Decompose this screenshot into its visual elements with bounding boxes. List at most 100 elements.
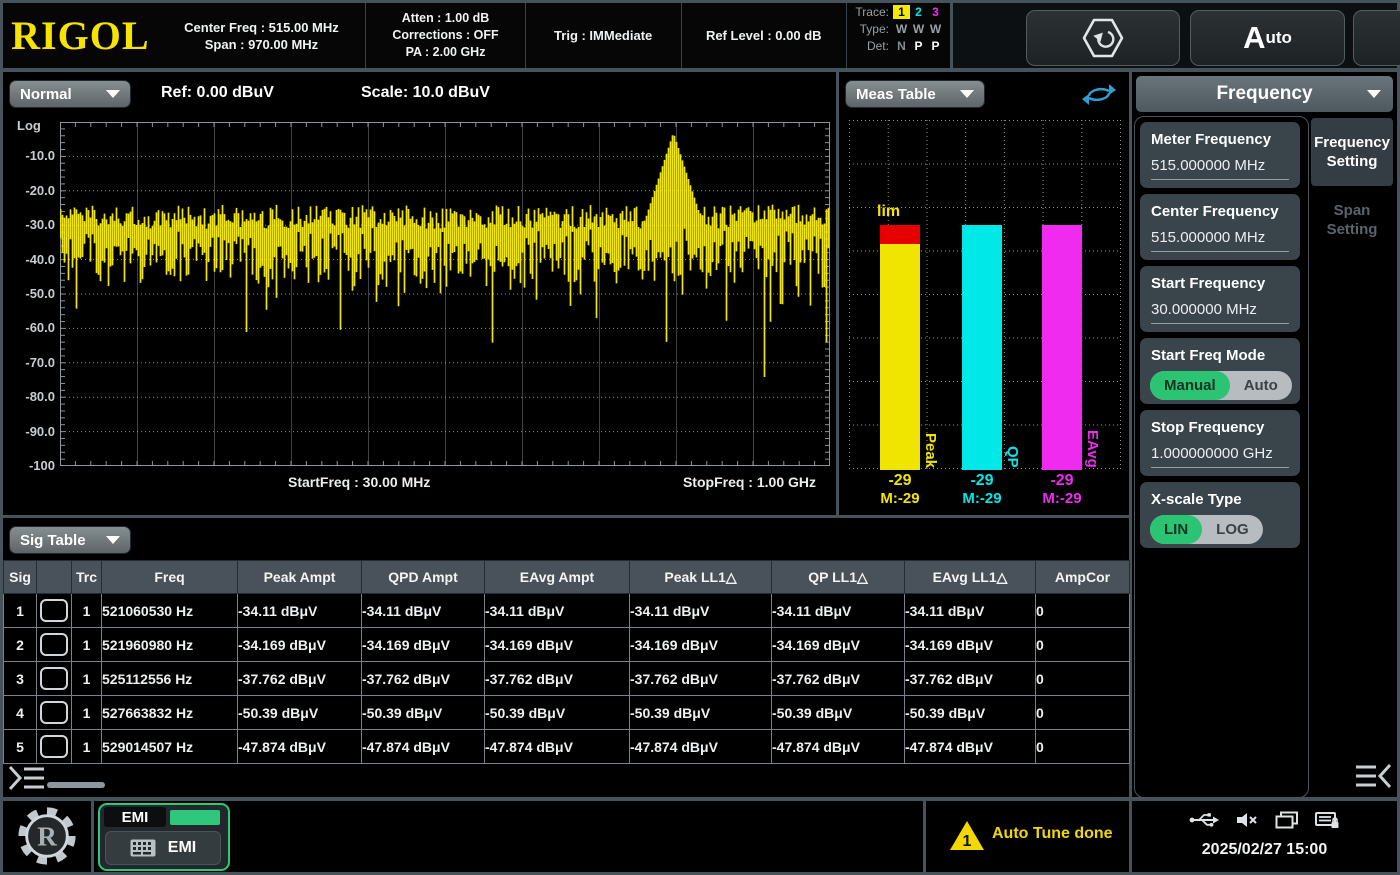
status-message: Auto Tune done — [992, 825, 1113, 843]
bar-name-label: QP — [1004, 446, 1021, 468]
menu-item-x-scale-type[interactable]: X-scale Type LINLOG — [1140, 482, 1300, 548]
analyzer-screen: RIGOL Center Freq : 515.00 MHzSpan : 970… — [0, 0, 1400, 875]
row-checkbox[interactable] — [40, 599, 68, 622]
menu-item-stop-frequency[interactable]: Stop Frequency1.000000000 GHz — [1140, 410, 1300, 476]
column-header[interactable] — [37, 561, 72, 594]
cell-sig: 3 — [4, 662, 37, 696]
row-checkbox[interactable] — [40, 667, 68, 690]
toggle-switch[interactable]: ManualAuto — [1150, 371, 1292, 400]
cell-peak: -34.169 dBμV — [238, 628, 362, 662]
auto-button-label: uto — [1265, 28, 1291, 48]
rigol-logo: RIGOL — [3, 3, 158, 68]
preset-button[interactable] — [1026, 10, 1180, 66]
clock-cell: 2025/02/27 15:00 — [1132, 801, 1397, 872]
cell-eavg_ll: -47.874 dBμV — [905, 730, 1036, 764]
toggle-option-log[interactable]: LOG — [1202, 515, 1263, 544]
info-line: Span : 970.00 MHz — [205, 36, 318, 53]
cell-ampcor: 0 — [1036, 696, 1130, 730]
status-message-cell[interactable]: 1 Auto Tune done — [926, 801, 1129, 872]
row-checkbox[interactable] — [40, 633, 68, 656]
cell-sig: 5 — [4, 730, 37, 764]
sig-table-panel: Sig Table SigTrcFreqPeak AmptQPD AmptEAv… — [3, 518, 1129, 797]
cell-peak: -47.874 dBμV — [238, 730, 362, 764]
bar-name-label: Peak — [922, 433, 939, 468]
column-header[interactable]: QP LL1△ — [772, 561, 905, 594]
row-checkbox[interactable] — [40, 701, 68, 724]
toggle-switch[interactable]: LINLOG — [1150, 515, 1263, 544]
menu-title-dropdown[interactable]: Frequency — [1136, 76, 1393, 112]
trace-row-value: P — [910, 39, 927, 53]
trace-row-value: P — [927, 39, 944, 53]
cell-freq: 525112556 Hz — [102, 662, 238, 696]
cell-ampcor: 0 — [1036, 662, 1130, 696]
refresh-icon[interactable] — [1081, 81, 1117, 107]
row-checkbox[interactable] — [40, 735, 68, 758]
toggle-option-manual[interactable]: Manual — [1150, 371, 1230, 400]
meas-panel: Meas Table lim Peak-29M:-29QP-29M:-29EAv… — [839, 72, 1129, 515]
toggle-option-auto[interactable]: Auto — [1230, 371, 1292, 400]
trace-row-value: N — [893, 39, 910, 53]
tab-frequency-setting[interactable]: Frequency Setting — [1311, 118, 1393, 186]
table-header-row: Sig TrcFreqPeak AmptQPD AmptEAvg AmptPeak… — [4, 561, 1130, 594]
trace-mode-dropdown[interactable]: Normal — [9, 80, 131, 108]
column-header[interactable]: Peak LL1△ — [630, 561, 772, 594]
spectrum-panel: Normal Ref: 0.00 dBuV Scale: 10.0 dBuV L… — [3, 72, 836, 515]
table-row[interactable]: 21521960980 Hz-34.169 dBμV-34.169 dBμV-3… — [4, 628, 1130, 662]
system-gear-icon[interactable]: R — [16, 805, 78, 867]
cell-peak_ll: -47.874 dBμV — [630, 730, 772, 764]
auto-button-label-big: A — [1243, 20, 1265, 56]
column-header[interactable]: EAvg Ampt — [485, 561, 630, 594]
svg-text:1: 1 — [963, 833, 972, 850]
column-header[interactable]: QPD Ampt — [362, 561, 485, 594]
trig-info: Trig : IMMediate — [525, 3, 681, 68]
table-row[interactable]: 11521060530 Hz-34.11 dBμV-34.11 dBμV-34.… — [4, 594, 1130, 628]
column-header[interactable]: Sig — [4, 561, 37, 594]
column-header[interactable]: AmpCor — [1036, 561, 1130, 594]
emi-tab-handle — [170, 810, 220, 825]
cell-ampcor: 0 — [1036, 628, 1130, 662]
meas-table-dropdown[interactable]: Meas Table — [845, 80, 985, 108]
y-tick-label: -10.0 — [9, 148, 55, 163]
trace-status-block: Trace:123Type:WWWDet:NPP — [846, 3, 950, 68]
column-header[interactable]: EAvg LL1△ — [905, 561, 1036, 594]
sig-table-dropdown[interactable]: Sig Table — [9, 526, 131, 554]
menu-item-center-frequency[interactable]: Center Frequency 515.000000 MHz — [1140, 194, 1300, 260]
cell-check — [37, 696, 72, 730]
emi-mode-card[interactable]: EMI EMI — [98, 803, 230, 871]
menu-item-meter-frequency[interactable]: Meter Frequency515.000000 MHz — [1140, 122, 1300, 188]
cell-check — [37, 662, 72, 696]
table-row[interactable]: 41527663832 Hz-50.39 dBμV-50.39 dBμV-50.… — [4, 696, 1130, 730]
usb-icon — [1189, 812, 1219, 828]
menu-item-value[interactable]: 1.000000000 GHz — [1151, 445, 1289, 468]
menu-item-start-frequency[interactable]: Start Frequency30.000000 MHz — [1140, 266, 1300, 332]
y-tick-label: -100 — [9, 458, 55, 473]
trace-row-value: 2 — [910, 5, 927, 19]
bar-name-label: EAvg — [1084, 430, 1101, 468]
column-header[interactable]: Peak Ampt — [238, 561, 362, 594]
menu-item-value[interactable]: 30.000000 MHz — [1151, 301, 1289, 324]
freq-span-info: Center Freq : 515.00 MHzSpan : 970.00 MH… — [158, 3, 366, 68]
collapse-menu-icon[interactable] — [1352, 761, 1394, 791]
menu-item-value[interactable]: 515.000000 MHz — [1151, 229, 1289, 252]
trace-row-value: 3 — [927, 5, 944, 19]
partial-button[interactable] — [1353, 10, 1400, 66]
auto-tune-button[interactable]: Auto — [1190, 10, 1345, 66]
horizontal-scrollbar[interactable] — [47, 782, 105, 788]
column-header[interactable]: Freq — [102, 561, 238, 594]
info-line: PA : 2.00 GHz — [406, 44, 486, 61]
table-row[interactable]: 51529014507 Hz-47.874 dBμV-47.874 dBμV-4… — [4, 730, 1130, 764]
menu-item-label: Center Frequency — [1151, 203, 1279, 220]
table-row[interactable]: 31525112556 Hz-37.762 dBμV-37.762 dBμV-3… — [4, 662, 1130, 696]
menu-item-label: X-scale Type — [1151, 491, 1242, 508]
menu-item-value[interactable]: 515.000000 MHz — [1151, 157, 1289, 180]
tab-span-setting[interactable]: Span Setting — [1311, 190, 1393, 250]
menu-item-start-freq-mode[interactable]: Start Freq ModeManualAuto — [1140, 338, 1300, 404]
expand-list-icon[interactable] — [6, 763, 48, 793]
cell-sig: 2 — [4, 628, 37, 662]
column-header[interactable]: Trc — [72, 561, 102, 594]
emi-mode-button[interactable]: EMI — [105, 831, 221, 865]
cell-eavg: -34.169 dBμV — [485, 628, 630, 662]
mute-speaker-icon — [1235, 812, 1259, 828]
ref-level-label: Ref: 0.00 dBuV — [161, 84, 274, 102]
toggle-option-lin[interactable]: LIN — [1150, 515, 1202, 544]
